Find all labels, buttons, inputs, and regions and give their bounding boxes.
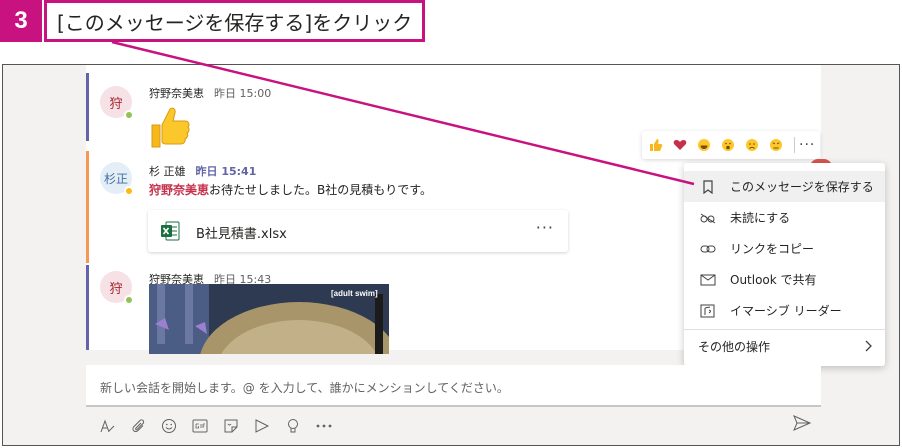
send-icon[interactable] [793,415,813,435]
format-icon[interactable] [98,417,116,435]
angry-reaction-icon[interactable] [766,135,786,155]
meet-icon[interactable] [253,417,271,435]
gif-image[interactable]: [adult swim] [149,284,389,354]
menu-item-label: このメッセージを保存する [730,180,874,194]
more-actions-menu-item[interactable]: その他の操作 [684,331,885,362]
unread-icon [700,210,716,226]
reaction-bar: ··· [642,131,820,159]
sender-name: 杉 正雄 [149,165,186,178]
avatar-initials: 狩 [109,96,123,112]
file-more-options-button[interactable]: ··· [536,218,554,237]
laugh-reaction-icon[interactable] [694,135,714,155]
menu-item-label: 未読にする [730,211,791,225]
compose-placeholder: 新しい会話を開始します。@ を入力して、誰かにメンションしてください。 [100,381,509,395]
timestamp: 昨日 15:41 [195,165,257,178]
avatar-initials: 杉正 [103,171,128,186]
mention[interactable]: 狩野奈美恵 [149,183,209,197]
immersive-reader-icon [700,303,716,319]
presence-away-icon [124,186,134,196]
compose-toolbar [98,415,346,437]
excel-icon [161,221,180,241]
teams-window: 狩 狩野奈美恵 昨日 15:00 杉正 杉 正雄 昨日 15:41 狩野奈美恵お待 [2,64,900,446]
immersive-reader-menu-item[interactable]: イマーシブ リーダー [684,295,885,326]
more-icon[interactable] [315,417,333,435]
message-text: お待たせしました。B社の見積もりです。 [209,183,433,197]
link-icon [700,241,716,257]
avatar-initials: 狩 [109,281,123,297]
save-message-menu-item[interactable]: このメッセージを保存する [684,171,885,202]
reaction-divider [794,137,795,153]
mark-unread-menu-item[interactable]: 未読にする [684,202,885,233]
sticker-icon[interactable] [222,417,240,435]
presence-available-icon [124,110,134,120]
sender-name: 狩野奈美恵 [149,87,204,100]
more-options-button[interactable]: ··· [799,137,815,153]
share-outlook-menu-item[interactable]: Outlook で共有 [684,264,885,295]
sad-reaction-icon[interactable] [742,135,762,155]
chevron-right-icon [865,340,873,355]
menu-item-label: リンクをコピー [730,242,815,256]
message-thread-bar [86,265,89,350]
message-thread-bar [86,73,89,141]
thumbs-up-emoji-icon [151,107,190,148]
avatar[interactable]: 杉正 [100,162,134,196]
mail-icon [700,272,716,288]
file-attachment-card[interactable]: B社見積書.xlsx ··· [148,210,568,252]
like-reaction-icon[interactable] [646,135,666,155]
gif-icon[interactable] [191,417,209,435]
copy-link-menu-item[interactable]: リンクをコピー [684,233,885,264]
surprised-reaction-icon[interactable] [718,135,738,155]
step-number: 3 [0,0,42,42]
file-name[interactable]: B社見積書.xlsx [196,223,287,242]
compose-box[interactable]: 新しい会話を開始します。@ を入力して、誰かにメンションしてください。 [86,365,821,407]
avatar[interactable]: 狩 [100,271,134,305]
praise-icon[interactable] [284,417,302,435]
message-1[interactable]: 狩 狩野奈美恵 昨日 15:00 [86,73,686,148]
menu-item-label: その他の操作 [698,340,771,354]
menu-item-label: Outlook で共有 [730,273,817,287]
presence-available-icon [124,295,134,305]
message-important-bar [86,151,89,263]
message-context-menu: このメッセージを保存する 未読にする リンクをコピー Outlook で共有 イ… [684,163,885,366]
bookmark-icon [700,179,716,195]
emoji-icon[interactable] [160,417,178,435]
gif-watermark: [adult swim] [331,289,378,298]
menu-divider [684,329,885,330]
step-instruction: [このメッセージを保存する]をクリック [44,0,426,42]
timestamp: 昨日 15:00 [214,87,272,100]
attach-icon[interactable] [129,417,147,435]
heart-reaction-icon[interactable] [670,135,690,155]
avatar[interactable]: 狩 [100,86,134,120]
menu-item-label: イマーシブ リーダー [730,304,842,318]
